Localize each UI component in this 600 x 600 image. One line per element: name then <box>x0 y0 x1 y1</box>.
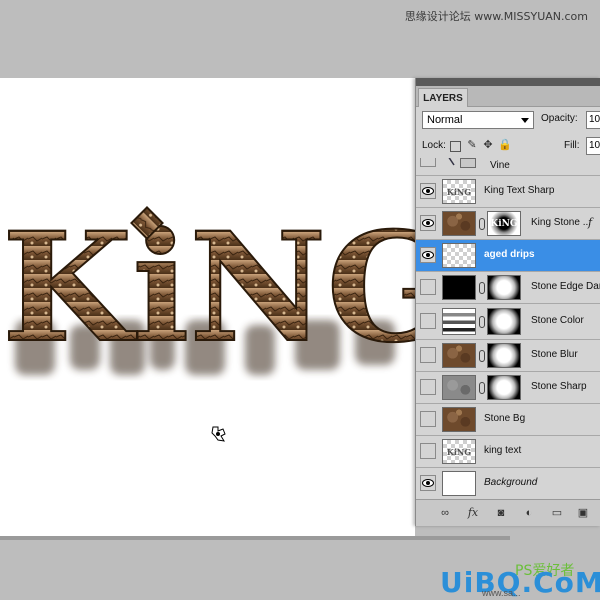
artwork-text: KiNG <box>2 200 415 376</box>
panel-tab-bar: LAYERS <box>416 86 600 107</box>
layer-mask-thumbnail[interactable] <box>487 275 521 300</box>
new-layer-icon[interactable]: ▣ <box>576 506 590 520</box>
layer-thumbnail <box>442 407 476 432</box>
layer-row-stone-edge-dark[interactable]: Stone Edge Dar <box>416 272 600 304</box>
layer-row-aged-drips[interactable]: aged drips <box>416 240 600 272</box>
top-watermark: 思缘设计论坛 www.MISSYUAN.com <box>404 10 588 23</box>
fill-input[interactable]: 100% <box>586 137 600 155</box>
adjustment-icon[interactable]: ◐ <box>522 506 536 520</box>
layer-thumbnail <box>442 343 476 368</box>
layer-thumbnail <box>442 471 476 496</box>
layer-name: Stone Blur <box>531 349 578 360</box>
lock-label: Lock: <box>422 140 446 151</box>
layer-name: Stone Color <box>531 315 584 326</box>
layer-mask-thumbnail[interactable]: KiNG <box>487 211 521 236</box>
layer-row-background[interactable]: Background <box>416 468 600 500</box>
layer-thumbnail <box>442 158 458 172</box>
cursor-icon <box>211 426 226 442</box>
layer-row-king-text-sharp[interactable]: KiNG King Text Sharp <box>416 176 600 208</box>
visibility-toggle[interactable] <box>420 247 436 263</box>
visibility-toggle[interactable] <box>420 313 436 329</box>
visibility-toggle[interactable] <box>420 279 436 295</box>
layer-row-stone-color[interactable]: Stone Color <box>416 304 600 340</box>
layer-row-king-stone[interactable]: KiNG King Stone ... f <box>416 208 600 240</box>
layer-row-vine[interactable]: Vine <box>416 158 600 176</box>
layer-list: Vine KiNG King Text Sharp KiNG King Ston… <box>416 158 600 500</box>
eye-icon <box>422 479 434 487</box>
lock-transparency-icon[interactable] <box>450 141 461 152</box>
lock-paint-icon[interactable]: ✎ <box>466 139 478 151</box>
layer-thumbnail <box>442 308 476 335</box>
chain-link-icon[interactable] <box>479 350 485 362</box>
layer-thumbnail: KiNG <box>442 439 476 464</box>
eye-icon <box>422 251 434 259</box>
link-icon[interactable]: ∞ <box>438 506 452 520</box>
chain-link-icon[interactable] <box>479 382 485 394</box>
panel-grip-bar[interactable] <box>416 78 600 86</box>
layer-thumbnail <box>442 243 476 268</box>
chain-link-icon[interactable] <box>479 218 485 230</box>
eye-icon <box>422 219 434 227</box>
folder-icon <box>460 158 476 168</box>
canvas-edge-shadow <box>0 536 510 540</box>
visibility-toggle[interactable] <box>420 443 436 459</box>
visibility-toggle[interactable] <box>420 379 436 395</box>
chain-link-icon[interactable] <box>479 282 485 294</box>
layer-name: Vine <box>490 160 510 171</box>
layer-name: aged drips <box>484 249 535 260</box>
layer-mask-thumbnail[interactable] <box>487 343 521 368</box>
lock-all-icon[interactable]: 🔒 <box>498 139 512 151</box>
layer-row-king-text[interactable]: KiNG king text <box>416 436 600 468</box>
fx-icon[interactable]: fx <box>466 506 480 520</box>
fill-label: Fill: <box>564 140 580 151</box>
layer-name: King Text Sharp <box>484 185 555 196</box>
layer-thumbnail <box>442 275 476 300</box>
layer-name: Stone Sharp <box>531 381 587 392</box>
layer-name: Stone Bg <box>484 413 526 424</box>
visibility-toggle[interactable] <box>420 215 436 231</box>
fx-badge-icon[interactable]: f <box>588 216 592 229</box>
king-artwork: KiNG <box>1 199 415 377</box>
layer-thumbnail <box>442 211 476 236</box>
layer-mask-thumbnail[interactable] <box>487 375 521 400</box>
lock-move-icon[interactable]: ✥ <box>482 139 494 151</box>
layer-row-stone-blur[interactable]: Stone Blur <box>416 340 600 372</box>
mask-icon[interactable]: ◙ <box>494 506 508 520</box>
layer-thumbnail <box>442 375 476 400</box>
group-icon[interactable]: ▭ <box>550 506 564 520</box>
logo-url: www.sa... <box>482 588 521 598</box>
opacity-input[interactable]: 100% <box>586 111 600 129</box>
layer-name: Stone Edge Dar <box>531 281 600 292</box>
layer-name: king text <box>484 445 522 456</box>
layer-mask-thumbnail[interactable] <box>487 308 521 335</box>
visibility-toggle[interactable] <box>420 347 436 363</box>
visibility-toggle[interactable] <box>420 158 436 167</box>
blend-mode-value: Normal <box>427 114 463 126</box>
document-canvas[interactable]: KiNG <box>0 78 415 536</box>
visibility-toggle[interactable] <box>420 411 436 427</box>
blend-row: Normal Opacity: 100% <box>416 110 600 132</box>
blend-mode-select[interactable]: Normal <box>422 111 534 129</box>
panel-footer: ∞ fx ◙ ◐ ▭ ▣ <box>416 499 600 526</box>
eye-icon <box>422 187 434 195</box>
layer-row-stone-bg[interactable]: Stone Bg <box>416 404 600 436</box>
lock-row: Lock: ✎ ✥ 🔒 Fill: 100% <box>416 136 600 156</box>
layer-thumbnail: KiNG <box>442 179 476 204</box>
layer-row-stone-sharp[interactable]: Stone Sharp <box>416 372 600 404</box>
visibility-toggle[interactable] <box>420 183 436 199</box>
chain-link-icon[interactable] <box>479 316 485 328</box>
visibility-toggle[interactable] <box>420 475 436 491</box>
opacity-label: Opacity: <box>541 113 578 124</box>
layers-panel: LAYERS Normal Opacity: 100% Lock: ✎ ✥ 🔒 … <box>415 78 600 526</box>
site-logo: PS爱好者 UiBQ.CoM www.sa... <box>440 560 600 600</box>
layer-name: Background <box>484 477 538 488</box>
tab-layers[interactable]: LAYERS <box>418 88 468 107</box>
chevron-down-icon <box>521 118 529 123</box>
layer-name: King Stone ... <box>531 217 592 228</box>
